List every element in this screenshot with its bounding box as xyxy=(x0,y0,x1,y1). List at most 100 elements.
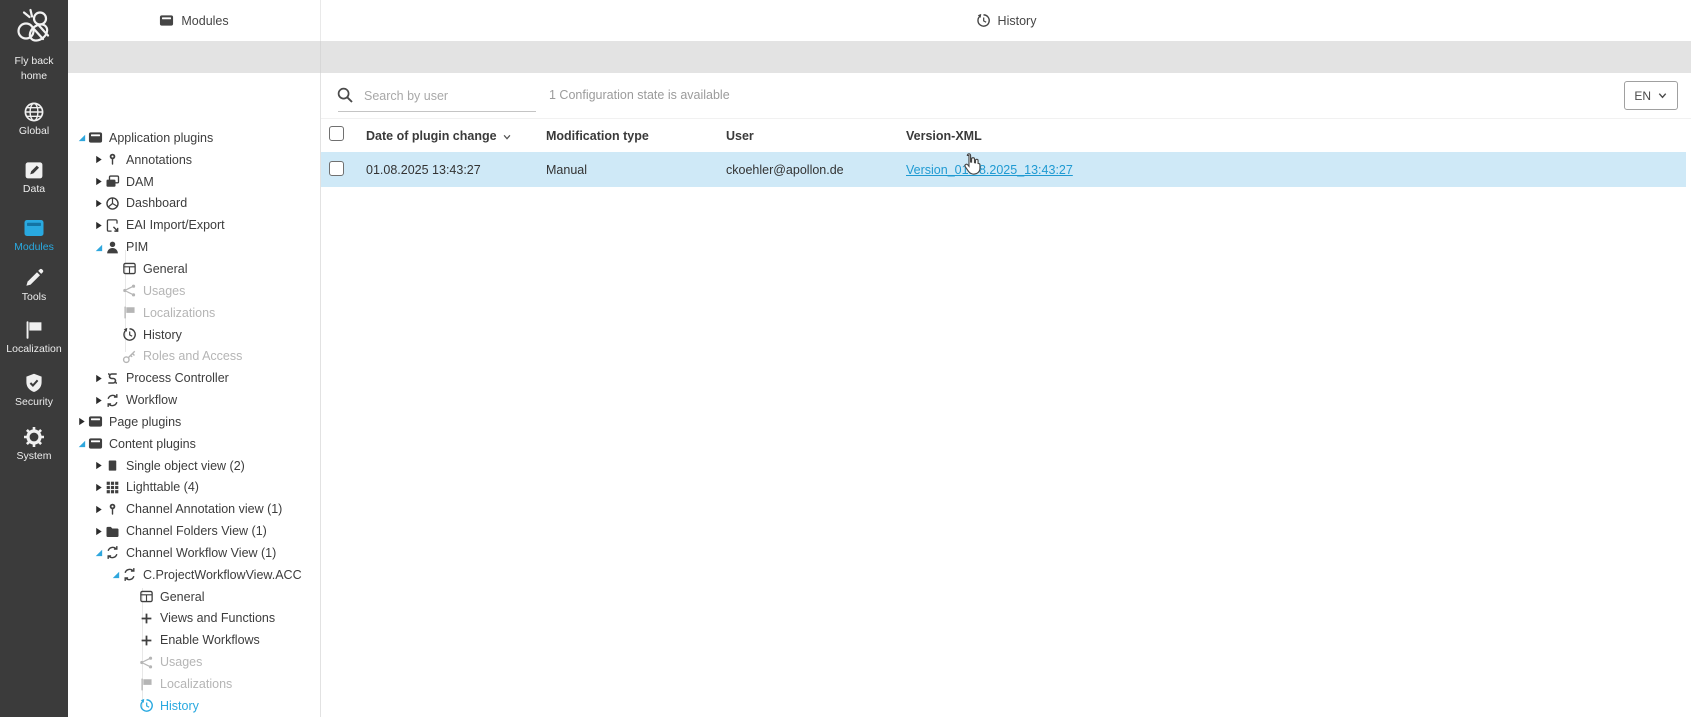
table-row[interactable]: 01.08.2025 13:43:27Manualckoehler@apollo… xyxy=(321,152,1686,187)
tree-item-channel-folders-view-1[interactable]: Channel Folders View (1) xyxy=(68,520,320,542)
tree-item-label: Localizations xyxy=(143,306,215,320)
workflow-icon xyxy=(105,545,120,560)
sidebar-item-security[interactable]: Security xyxy=(0,372,68,408)
bee-logo-icon[interactable] xyxy=(12,6,56,50)
tree-item-process-controller[interactable]: Process Controller xyxy=(68,367,320,389)
tree-item-label: Lighttable (4) xyxy=(126,480,199,494)
sidebar-item-label: Security xyxy=(0,396,68,408)
row-checkbox[interactable] xyxy=(329,161,344,176)
expander-collapsed-icon[interactable] xyxy=(91,176,105,188)
tree-item-enable-workflows[interactable]: Enable Workflows xyxy=(68,629,320,651)
tree-item-label: Channel Folders View (1) xyxy=(126,524,267,538)
tree-item-label: DAM xyxy=(126,175,154,189)
sidebar-item-system[interactable]: System xyxy=(0,426,68,462)
tree-item-annotations[interactable]: Annotations xyxy=(68,149,320,171)
cell-version-xml: Version_01.08.2025_13:43:27 xyxy=(906,163,1686,177)
tree-item-label: Channel Workflow View (1) xyxy=(126,546,276,560)
tree-item-pim[interactable]: PIM xyxy=(68,236,320,258)
expander-collapsed-icon[interactable] xyxy=(91,372,105,384)
person-icon xyxy=(105,240,120,255)
tree-item-history[interactable]: History xyxy=(68,324,320,346)
tree-item-label: C.ProjectWorkflowView.ACC xyxy=(143,568,302,582)
expander-expanded-icon[interactable] xyxy=(108,569,122,581)
expander-collapsed-icon[interactable] xyxy=(74,416,88,428)
expander-slot xyxy=(125,678,139,690)
tree-item-channel-workflow-view-1[interactable]: Channel Workflow View (1) xyxy=(68,542,320,564)
tree-item-general[interactable]: General xyxy=(68,586,320,608)
flag-icon xyxy=(139,677,154,692)
sort-chevron-icon xyxy=(502,132,512,142)
cell-date: 01.08.2025 13:43:27 xyxy=(366,163,546,177)
sidebar-item-tools[interactable]: Tools xyxy=(0,267,68,303)
expander-collapsed-icon[interactable] xyxy=(91,460,105,472)
sidebar-item-label: System xyxy=(0,450,68,462)
expander-slot xyxy=(125,656,139,668)
expander-collapsed-icon[interactable] xyxy=(91,481,105,493)
search-input[interactable] xyxy=(362,82,534,110)
module-box-icon xyxy=(88,130,103,145)
workflow-icon xyxy=(105,393,120,408)
modules-tile-icon xyxy=(23,217,45,239)
cell-user: ckoehler@apollon.de xyxy=(726,163,906,177)
expander-collapsed-icon[interactable] xyxy=(91,503,105,515)
expander-collapsed-icon[interactable] xyxy=(91,154,105,166)
tree-item-dam[interactable]: DAM xyxy=(68,171,320,193)
row-checkbox-cell xyxy=(321,161,366,179)
expander-expanded-icon[interactable] xyxy=(74,438,88,450)
language-selector[interactable]: EN xyxy=(1624,81,1678,110)
import-export-icon xyxy=(105,218,120,233)
expander-slot xyxy=(108,307,122,319)
column-header-modification-type[interactable]: Modification type xyxy=(546,129,726,143)
tree-item-page-plugins[interactable]: Page plugins xyxy=(68,411,320,433)
tree-item-label: Content plugins xyxy=(109,437,196,451)
expander-slot xyxy=(108,350,122,362)
expander-expanded-icon[interactable] xyxy=(91,241,105,253)
fly-back-home-label[interactable]: Fly back home xyxy=(4,54,64,84)
sidebar-item-label: Global xyxy=(0,125,68,137)
expander-collapsed-icon[interactable] xyxy=(91,197,105,209)
toolbar: 1 Configuration state is available EN xyxy=(321,73,1691,118)
expander-collapsed-icon[interactable] xyxy=(91,525,105,537)
sidebar-item-localization[interactable]: Localization xyxy=(0,319,68,355)
tree-item-history[interactable]: History xyxy=(68,695,320,717)
tree-item-label: Enable Workflows xyxy=(160,633,260,647)
tree-item-localizations[interactable]: Localizations xyxy=(68,673,320,695)
sidebar-item-label: Localization xyxy=(0,343,68,355)
expander-expanded-icon[interactable] xyxy=(74,132,88,144)
tree-item-workflow[interactable]: Workflow xyxy=(68,389,320,411)
tree-item-general[interactable]: General xyxy=(68,258,320,280)
tree-item-dashboard[interactable]: Dashboard xyxy=(68,193,320,215)
tree-item-single-object-view-2[interactable]: Single object view (2) xyxy=(68,455,320,477)
sidebar-item-data[interactable]: Data xyxy=(0,159,68,195)
tree-item-c-projectworkflowview-acc[interactable]: C.ProjectWorkflowView.ACC xyxy=(68,564,320,586)
tree-item-label: Page plugins xyxy=(109,415,181,429)
column-header-user[interactable]: User xyxy=(726,129,906,143)
tree-item-content-plugins[interactable]: Content plugins xyxy=(68,433,320,455)
tree-item-channel-annotation-view-1[interactable]: Channel Annotation view (1) xyxy=(68,498,320,520)
tree-panel: Application pluginsAnnotations DAM Dashboa… xyxy=(68,73,321,717)
expander-collapsed-icon[interactable] xyxy=(91,394,105,406)
tree-item-roles-and-access[interactable]: Roles and Access xyxy=(68,345,320,367)
tree-item-usages[interactable]: Usages xyxy=(68,280,320,302)
version-xml-link[interactable]: Version_01.08.2025_13:43:27 xyxy=(906,163,1073,177)
column-header-date-of-plugin-change[interactable]: Date of plugin change xyxy=(366,129,546,143)
expander-expanded-icon[interactable] xyxy=(91,547,105,559)
tree-item-views-and-functions[interactable]: Views and Functions xyxy=(68,608,320,630)
tree-item-label: Channel Annotation view (1) xyxy=(126,502,282,516)
expander-slot xyxy=(108,285,122,297)
tree-item-eai-import-export[interactable]: EAI Import/Export xyxy=(68,214,320,236)
sidebar-item-modules[interactable]: Modules xyxy=(0,217,68,253)
tree-item-label: History xyxy=(143,328,182,342)
tree-item-application-plugins[interactable]: Application plugins xyxy=(68,127,320,149)
sidebar-item-global[interactable]: Global xyxy=(0,101,68,137)
column-header-version-xml[interactable]: Version-XML xyxy=(906,129,1691,143)
tree-item-localizations[interactable]: Localizations xyxy=(68,302,320,324)
tree-item-usages[interactable]: Usages xyxy=(68,651,320,673)
gear-icon xyxy=(23,426,45,448)
expander-collapsed-icon[interactable] xyxy=(91,219,105,231)
search-icon[interactable] xyxy=(336,86,354,104)
main-panel-header: History xyxy=(321,0,1691,41)
plus-icon xyxy=(139,633,154,648)
select-all-checkbox[interactable] xyxy=(329,126,344,141)
tree-item-lighttable-4[interactable]: Lighttable (4) xyxy=(68,477,320,499)
